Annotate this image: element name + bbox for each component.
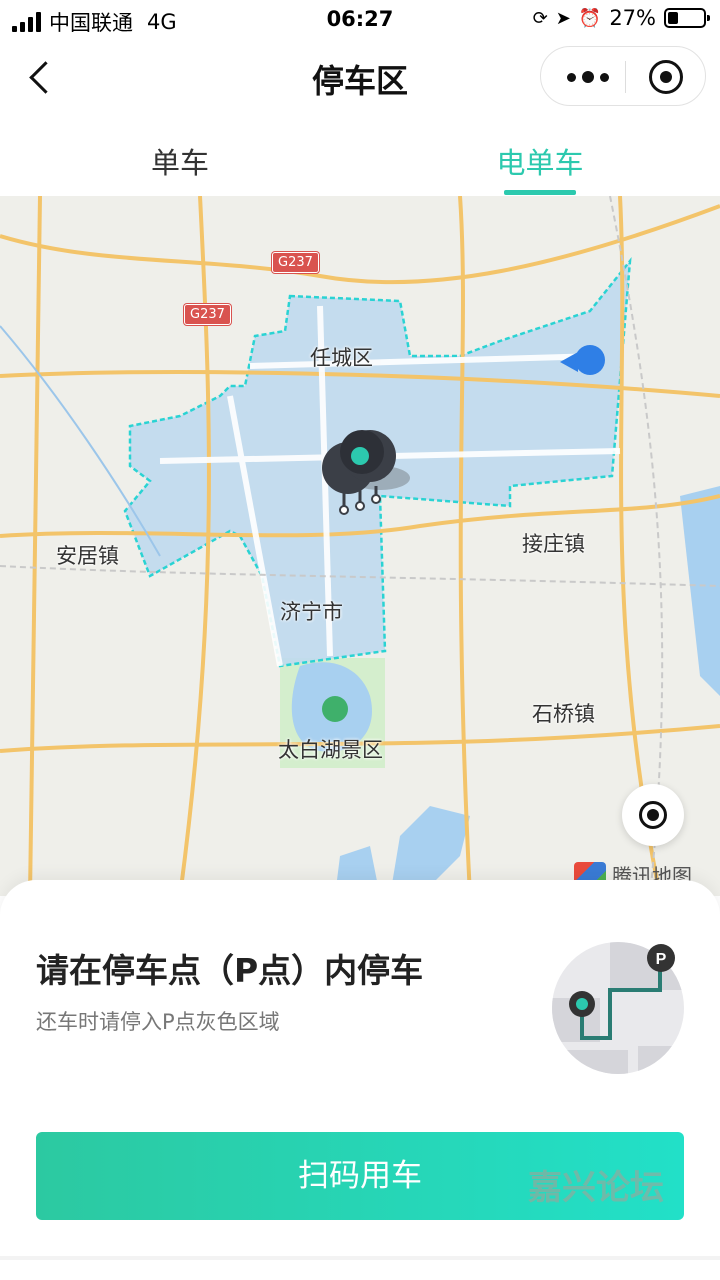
more-icon[interactable] [567,71,609,83]
alarm-icon: ⏰ [578,7,602,29]
map-label-shiqiao: 石桥镇 [532,702,595,726]
tab-active-indicator [504,190,576,195]
road-sign-g237: G237 [184,304,231,325]
rotation-lock-icon: ⟳ [532,7,548,29]
close-miniapp-icon[interactable] [649,60,683,94]
status-right: ⟳ ➤ ⏰ 27% [532,6,710,30]
river-east [680,486,720,696]
battery-percent: 27% [609,6,656,30]
road-sign-g237: G237 [272,252,319,273]
tab-bar: 单车 电单车 [0,116,720,196]
locate-me-button[interactable] [622,784,684,846]
bottom-sheet: 请在停车点（P点）内停车 还车时请停入P点灰色区域 P 扫码用车 嘉兴论坛 [0,880,720,1280]
map-label-anju: 安居镇 [56,544,119,568]
parking-illustration-icon: P [552,942,684,1074]
map-label-jiezhuang: 接庄镇 [522,532,585,556]
location-arrow-icon: ➤ [555,7,571,29]
watermark: 嘉兴论坛 [528,1168,664,1208]
nav-bar: 停车区 [0,40,720,116]
battery-icon [664,8,710,28]
tab-bike[interactable]: 单车 [80,140,280,182]
capsule-divider [625,61,626,93]
map-label-taibai: 太白湖景区 [278,738,383,762]
sheet-title: 请在停车点（P点）内停车 [36,951,424,990]
svg-text:P: P [656,951,667,968]
tab-bike-label: 单车 [150,146,209,180]
map-label-jining: 济宁市 [280,600,343,624]
status-bar: 中国联通 4G 06:27 ⟳ ➤ ⏰ 27% [0,0,720,40]
tab-ebike[interactable]: 电单车 [440,140,640,195]
miniapp-capsule [540,46,706,106]
map-label-rencheng: 任城区 [310,346,373,370]
map-view[interactable]: G237 G237 任城区 安居镇 接庄镇 济宁市 石桥镇 太白湖景区 腾讯地图 [0,196,720,896]
tab-ebike-label: 电单车 [496,146,584,180]
sheet-subtitle: 还车时请停入P点灰色区域 [36,1010,280,1034]
bottom-divider [0,1256,720,1260]
park-icon [322,696,348,722]
